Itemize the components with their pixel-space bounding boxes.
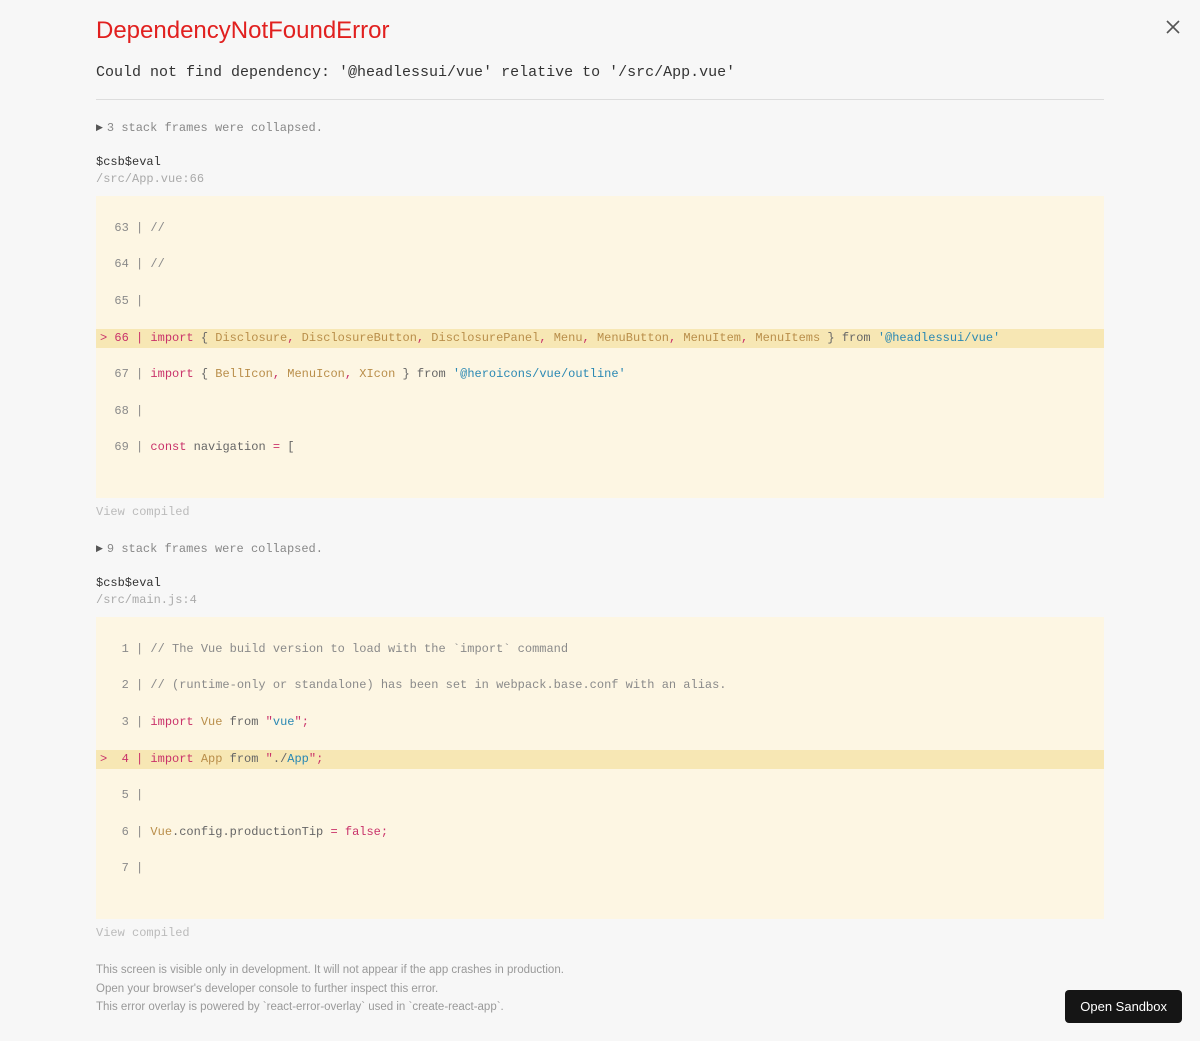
arrow-right-icon: ▶ [96, 543, 103, 556]
footer-line-3: This error overlay is powered by `react-… [96, 998, 1104, 1016]
view-compiled-2[interactable]: View compiled [96, 925, 1104, 942]
error-message: Could not find dependency: '@headlessui/… [96, 62, 1104, 83]
frame-name-2: $csb$eval [96, 575, 1104, 592]
divider [96, 99, 1104, 100]
code-block-1: 63 | // 64 | // 65 | > 66 | import { Dis… [96, 196, 1104, 498]
frame-location-2: /src/main.js:4 [96, 592, 1104, 609]
stack-collapse-1[interactable]: ▶ 3 stack frames were collapsed. [96, 120, 1104, 137]
close-icon[interactable] [1164, 18, 1182, 36]
frame-name-1: $csb$eval [96, 154, 1104, 171]
footer-notes: This screen is visible only in developme… [96, 961, 1104, 1016]
frame-location-1: /src/App.vue:66 [96, 171, 1104, 188]
footer-line-1: This screen is visible only in developme… [96, 961, 1104, 979]
arrow-right-icon: ▶ [96, 122, 103, 135]
collapse-text: 3 stack frames were collapsed. [107, 121, 323, 135]
collapse-text: 9 stack frames were collapsed. [107, 542, 323, 556]
open-sandbox-button[interactable]: Open Sandbox [1065, 990, 1182, 1023]
stack-collapse-2[interactable]: ▶ 9 stack frames were collapsed. [96, 541, 1104, 558]
view-compiled-1[interactable]: View compiled [96, 504, 1104, 521]
error-title: DependencyNotFoundError [96, 14, 1104, 48]
code-block-2: 1 | // The Vue build version to load wit… [96, 617, 1104, 919]
footer-line-2: Open your browser's developer console to… [96, 980, 1104, 998]
